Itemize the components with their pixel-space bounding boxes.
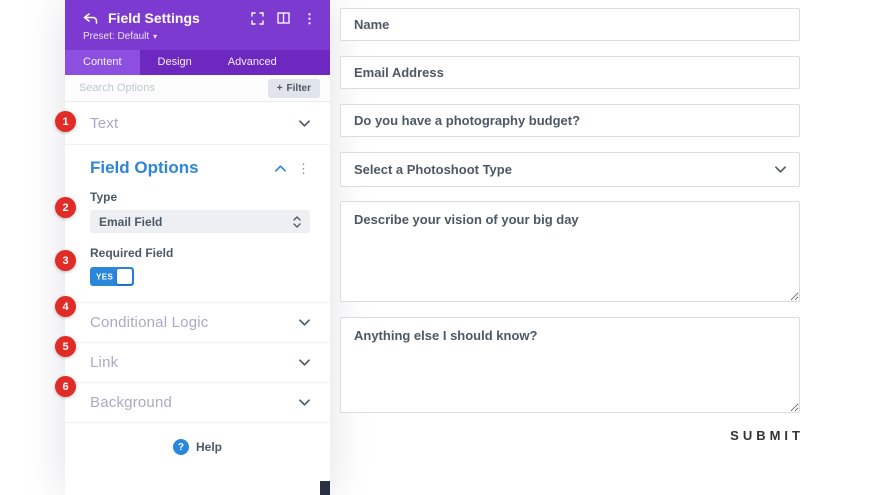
submit-button[interactable]: SUBMIT [730,427,800,445]
modal-header: Field Settings ⋮ [65,0,330,31]
required-field-toggle[interactable]: YES [90,267,134,286]
step-badge-2: 2 [55,197,76,218]
plus-icon: + [276,82,283,94]
chevron-down-icon [775,166,786,173]
chevron-down-icon [299,359,310,366]
field-settings-modal: Field Settings ⋮ Preset: Default ▾ Conte… [55,0,330,495]
question-mark-icon: ? [172,439,189,455]
chevron-down-icon [299,399,310,406]
settings-tabs: Content Design Advanced [65,50,330,75]
filter-button-label: Filter [286,82,311,94]
name-field[interactable] [340,8,800,41]
back-arrow-icon [83,12,98,24]
section-text-label: Text [90,114,119,132]
section-conditional-logic-label: Conditional Logic [90,314,209,331]
header-actions: ⋮ [251,12,316,25]
photoshoot-type-value: Select a Photoshoot Type [354,162,512,177]
notes-textarea[interactable] [340,317,800,413]
section-background-label: Background [90,394,173,411]
contact-form-preview: Select a Photoshoot Type SUBMIT [340,0,800,495]
tab-design[interactable]: Design [140,50,210,75]
section-background[interactable]: Background [65,383,330,423]
select-arrows-icon [293,215,301,228]
field-options-title[interactable]: Field Options [90,158,275,178]
submit-button-label: SUBMIT [730,428,804,443]
section-link-label: Link [90,354,119,371]
step-badge-6: 6 [55,376,76,397]
tab-advanced[interactable]: Advanced [210,50,295,75]
columns-layout-icon[interactable] [277,12,290,24]
required-field-label: Required Field [90,246,174,260]
help-label: Help [195,440,222,454]
resize-handle[interactable] [320,481,330,495]
step-badge-1: 1 [55,111,76,132]
toggle-on-label: YES [96,272,114,281]
chevron-down-icon [299,119,310,127]
more-options-icon[interactable]: ⋮ [303,12,316,25]
toggle-knob [117,269,132,284]
search-input[interactable] [79,82,268,94]
preset-label: Preset: Default [83,31,150,42]
back-button[interactable] [83,12,98,24]
type-label: Type [90,190,118,204]
section-link[interactable]: Link [65,343,330,383]
modal-title: Field Settings [108,10,200,26]
help-button[interactable]: ? Help [65,439,330,455]
settings-body: 1 2 3 4 5 6 Text Field Options ⋮ Type Em… [55,102,330,455]
field-options-actions: ⋮ [275,162,310,175]
filter-button[interactable]: + Filter [267,78,320,98]
section-conditional-logic[interactable]: Conditional Logic [65,303,330,343]
section-text[interactable]: Text [65,102,330,145]
email-field[interactable] [340,56,800,89]
photoshoot-type-select[interactable]: Select a Photoshoot Type [340,152,800,187]
section-menu-icon[interactable]: ⋮ [297,162,310,175]
step-badge-3: 3 [55,250,76,271]
field-options-header: Field Options ⋮ [90,145,310,188]
search-bar: + Filter [65,75,330,102]
field-type-select[interactable]: Email Field [90,210,310,233]
preset-selector[interactable]: Preset: Default ▾ [65,31,330,50]
budget-field[interactable] [340,104,800,137]
section-field-options: Field Options ⋮ Type Email Field Require… [65,145,330,303]
screen: Field Settings ⋮ Preset: Default ▾ Conte… [0,0,880,495]
step-badge-5: 5 [55,336,76,357]
tab-content[interactable]: Content [65,50,140,75]
chevron-down-icon [299,319,310,326]
vision-textarea[interactable] [340,201,800,302]
chevron-up-icon[interactable] [275,164,286,172]
caret-down-icon: ▾ [153,32,158,41]
step-badge-4: 4 [55,296,76,317]
expand-icon[interactable] [251,11,264,25]
field-type-value: Email Field [99,214,163,229]
